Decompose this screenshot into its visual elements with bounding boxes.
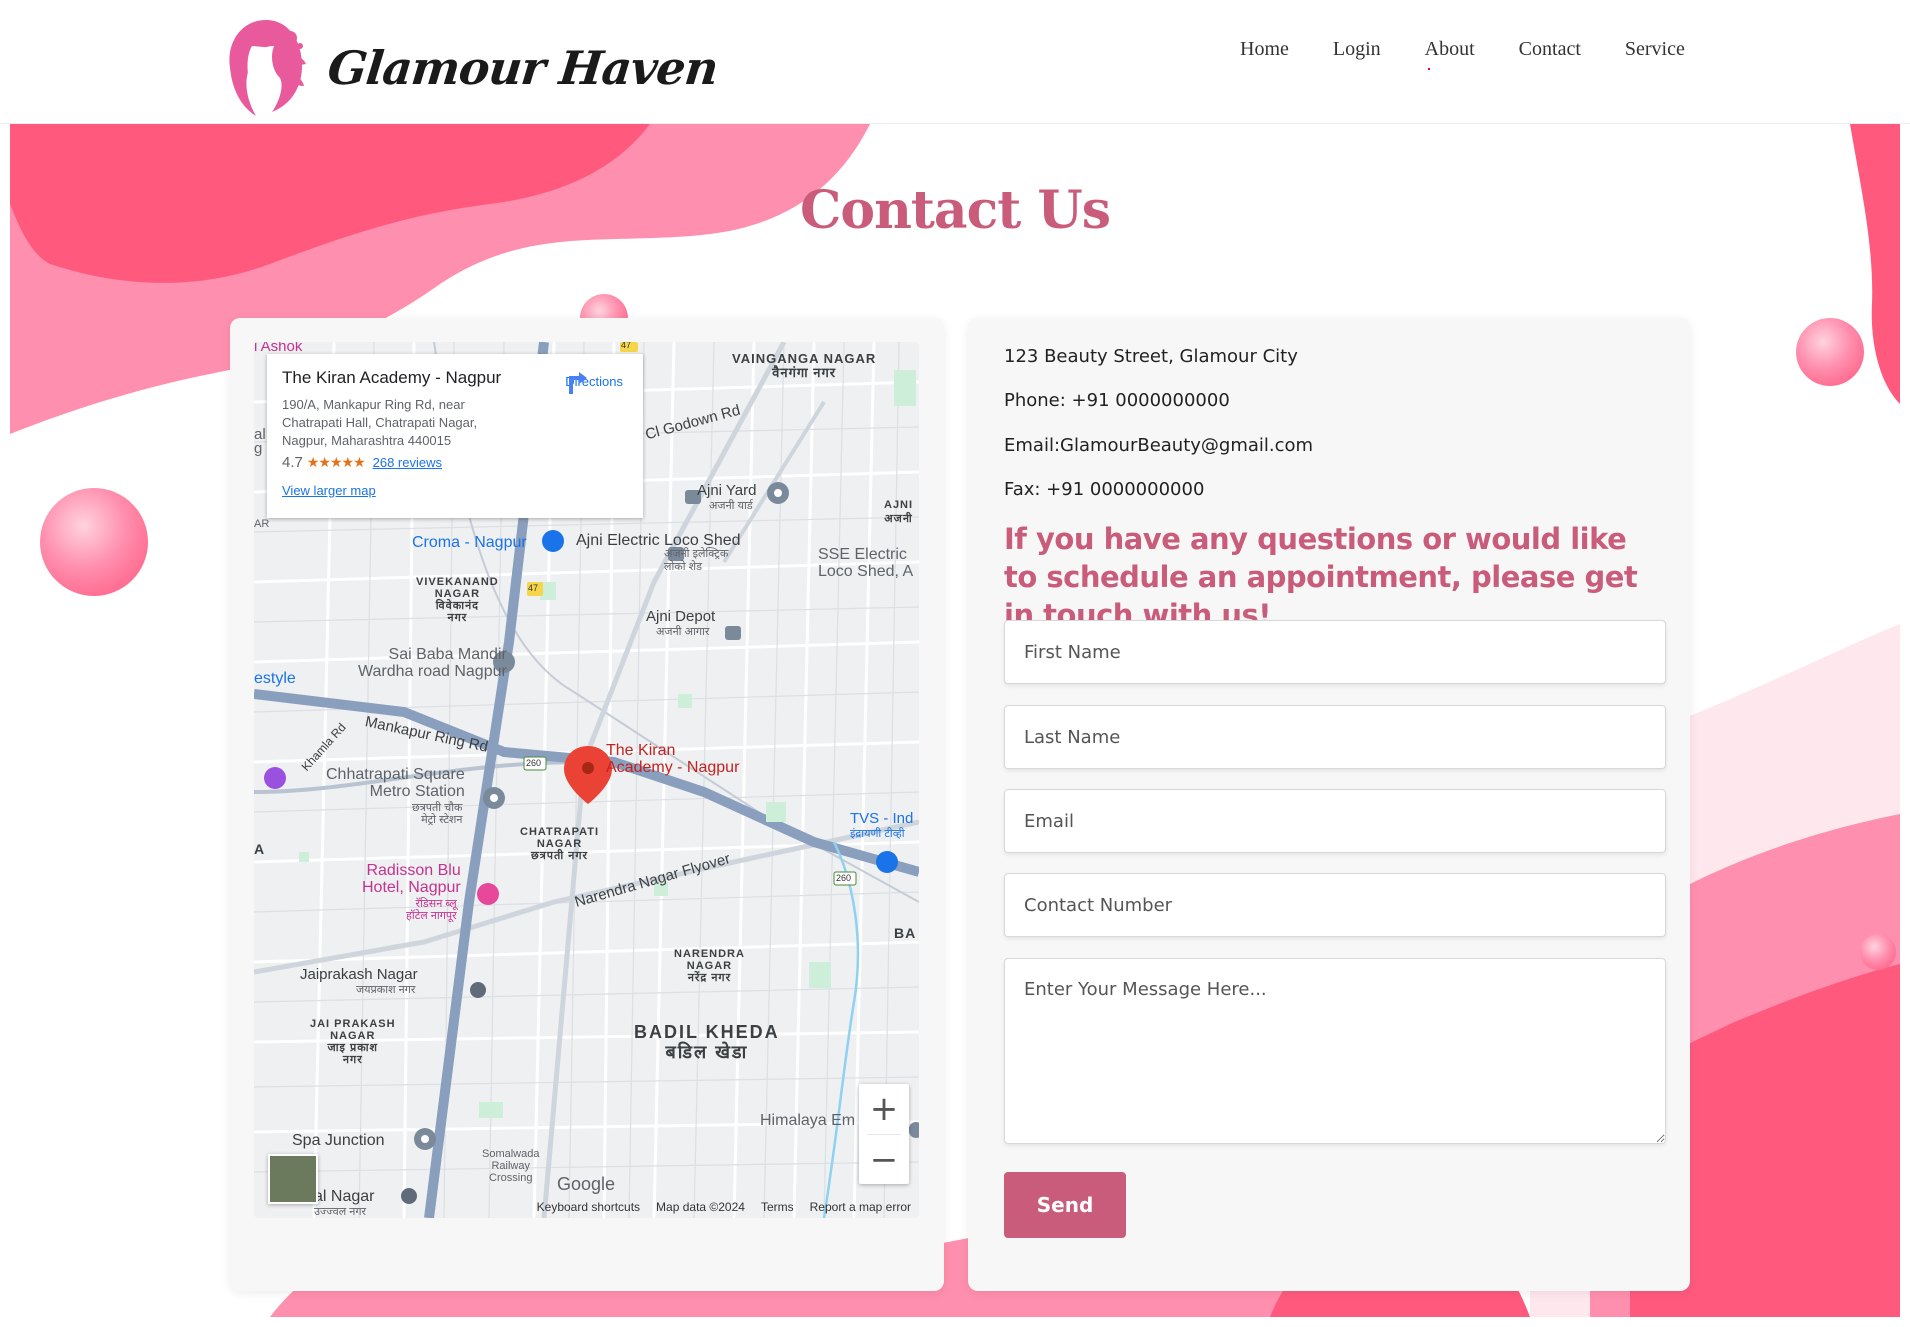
contact-address: 123 Beauty Street, Glamour City [1004, 346, 1298, 367]
contact-form-card: 123 Beauty Street, Glamour City Phone: +… [968, 318, 1690, 1291]
message-textarea[interactable] [1004, 958, 1666, 1144]
contact-fax: Fax: +91 0000000000 [1004, 479, 1205, 500]
map-label-tvs-hi: इंद्रायणी टीव्ही [850, 828, 905, 840]
map-label-vainganga: VAINGANGA NAGAR वैनगंगा नगर [732, 351, 877, 380]
place-address: 190/A, Mankapur Ring Rd, near Chatrapati… [282, 397, 478, 448]
reviews-link[interactable]: 268 reviews [373, 455, 442, 470]
map-pin-label: The Kiran Academy - Nagpur [606, 742, 740, 776]
site-header: Glamour Haven Home Login About Contact S… [0, 0, 1910, 124]
map-label-vivekanand: VIVEKANAND NAGAR विवेकानंद नगर [416, 576, 499, 624]
map-attribution: Keyboard shortcuts Map data ©2024 Terms … [254, 1196, 919, 1218]
map-label-sai-baba: Sai Baba Mandir Wardha road Nagpur [358, 646, 507, 680]
google-logo: Google [557, 1174, 616, 1194]
map-label-somalwada: Somalwada Railway Crossing [482, 1148, 540, 1184]
email-input[interactable] [1004, 789, 1666, 853]
contact-section: Contact Us VAINGANGA NAGAR वैनगंगा नगर C… [10, 124, 1900, 1317]
contact-number-input[interactable] [1004, 873, 1666, 937]
map-label-ajni: AJNI अजनी [884, 499, 914, 525]
zoom-in-button[interactable]: + [859, 1084, 909, 1134]
map-label-radisson-hi: रॅडिसन ब्लू हॉटेल नागपूर [406, 898, 457, 922]
terms-link[interactable]: Terms [761, 1200, 794, 1214]
map-label-lifestyle: estyle [254, 670, 296, 687]
highway-47-north: 47 [621, 342, 632, 350]
map-label-jaiprakash: Jaiprakash Nagar [300, 966, 418, 983]
directions-icon [569, 372, 588, 394]
nav-home[interactable]: Home [1240, 38, 1289, 61]
map-label-loco-shed-hi: अजनी इलेक्ट्रिक लोको शेड [664, 548, 729, 573]
map-label-badil-kheda: BADIL KHEDA बडिल खेडा [634, 1022, 780, 1062]
map-label-spa-junction: Spa Junction [292, 1132, 385, 1149]
map-label-ajni-yard-hi: अजनी यार्ड [709, 500, 753, 512]
main-nav: Home Login About Contact Service [1240, 38, 1685, 61]
map-label-radisson: Radisson Blu Hotel, Nagpur [362, 862, 461, 896]
rating-value: 4.7 [282, 454, 303, 471]
map-label-jai-prakash-nagar: JAI PRAKASH NAGAR जाइ प्रकाश नगर [310, 1018, 396, 1066]
map-label-tvs: TVS - Ind [850, 810, 914, 827]
keyboard-shortcuts-link[interactable]: Keyboard shortcuts [537, 1200, 640, 1214]
map-label-croma: Croma - Nagpur [412, 534, 527, 551]
map-label-ajni-depot-hi: अजनी आगार [656, 626, 710, 638]
nav-indicator [1428, 68, 1430, 70]
logo[interactable]: Glamour Haven [222, 16, 721, 120]
send-button[interactable]: Send [1004, 1172, 1126, 1238]
nav-service[interactable]: Service [1625, 38, 1685, 61]
map-label-a: A [254, 841, 266, 857]
last-name-input[interactable] [1004, 705, 1666, 769]
map-label-g: g [254, 440, 263, 457]
contact-email: Email:GlamourBeauty@gmail.com [1004, 435, 1314, 456]
woman-face-logo-icon [229, 20, 306, 116]
zoom-out-button[interactable]: − [859, 1135, 909, 1185]
map-label-chhatrapati-square-hi: छत्रपती चौक मेट्रो स्टेशन [412, 802, 463, 826]
nav-about[interactable]: About [1425, 38, 1475, 61]
report-error-link[interactable]: Report a map error [810, 1200, 911, 1214]
map-label-chatrapati-nagar: CHATRAPATI NAGAR छत्रपती नगर [520, 826, 600, 862]
map-label-jaiprakash-hi: जयप्रकाश नगर [356, 984, 416, 996]
place-info-card: The Kiran Academy - Nagpur 190/A, Mankap… [267, 354, 643, 518]
highway-260: 260 [526, 758, 542, 768]
first-name-input[interactable] [1004, 620, 1666, 684]
embedded-map[interactable]: VAINGANGA NAGAR वैनगंगा नगर Cl Godown Rd … [254, 342, 919, 1218]
rating-stars-icon: ★★★★★ [306, 454, 366, 470]
map-data-label: Map data ©2024 [656, 1200, 745, 1214]
map-label-ajni-yard: Ajni Yard [697, 482, 757, 499]
highway-260-east: 260 [836, 873, 852, 883]
view-larger-map-link[interactable]: View larger map [282, 483, 629, 498]
map-label-narendra: NARENDRA NAGAR नरेंद्र नगर [674, 948, 745, 984]
map-label-sse: SSE Electric Loco Shed, A [818, 546, 914, 580]
contact-cta: If you have any questions or would like … [1004, 522, 1638, 632]
brand-name: Glamour Haven [325, 41, 721, 95]
page-title: Contact Us [800, 180, 1111, 241]
zoom-controls: + − [859, 1084, 909, 1184]
map-label-chhatrapati-square: Chhatrapati Square Metro Station [326, 766, 465, 800]
map-label-ar: AR [254, 518, 270, 530]
map-label-himalaya: Himalaya Em [760, 1112, 856, 1129]
map-label-ba: BA [894, 925, 917, 941]
contact-phone: Phone: +91 0000000000 [1004, 390, 1230, 411]
map-card: VAINGANGA NAGAR वैनगंगा नगर Cl Godown Rd … [230, 318, 944, 1291]
directions-button[interactable]: Directions [565, 370, 623, 394]
highway-47: 47 [528, 583, 539, 593]
map-label-ajni-depot: Ajni Depot [646, 608, 716, 625]
place-rating: 4.7 ★★★★★ 268 reviews [282, 454, 629, 471]
nav-login[interactable]: Login [1333, 38, 1381, 61]
nav-contact[interactable]: Contact [1519, 38, 1581, 61]
